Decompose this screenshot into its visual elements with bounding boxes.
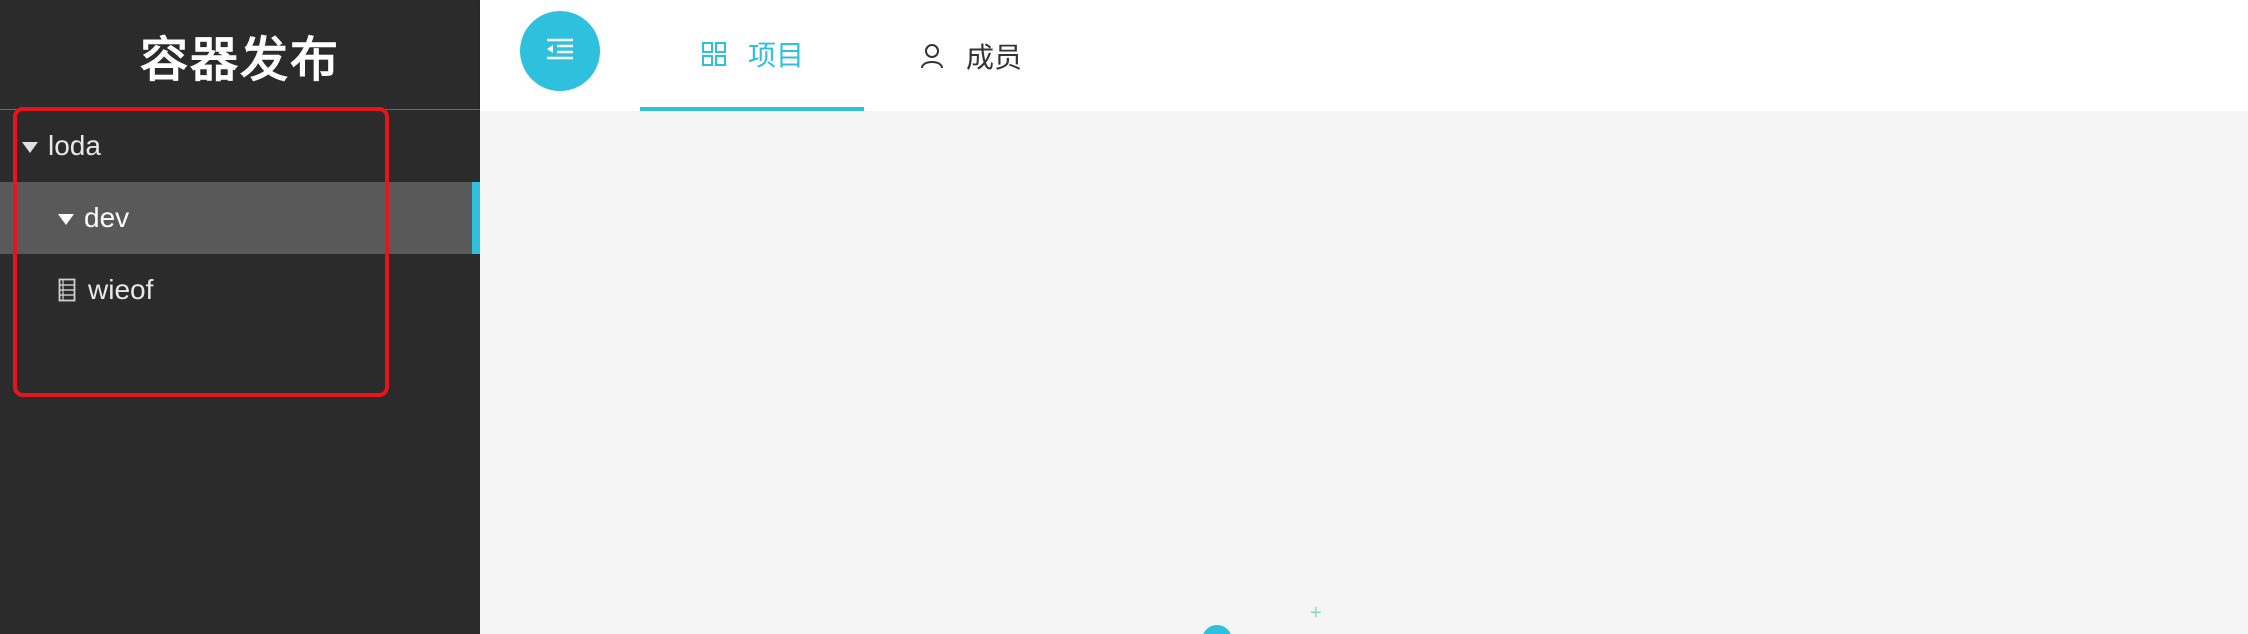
tab-projects[interactable]: 项目	[640, 0, 864, 111]
file-list-icon	[58, 278, 76, 302]
top-header: 项目 成员	[480, 0, 2248, 111]
tab-label: 成员	[965, 41, 1022, 73]
loading-dot	[1202, 625, 1232, 634]
app: 容器发布 loda dev wieof 项目 成员 +	[0, 0, 2248, 634]
grid-icon	[700, 40, 728, 68]
project-tree: loda dev wieof	[0, 110, 480, 326]
menu-toggle-button[interactable]	[520, 11, 600, 91]
caret-down-icon[interactable]	[58, 213, 74, 225]
tab-members[interactable]: 成员	[900, 0, 1040, 111]
tree-node-wieof[interactable]: wieof	[0, 254, 480, 326]
tree-node-dev[interactable]: dev	[0, 182, 480, 254]
menu-fold-icon	[545, 38, 575, 65]
tree-node-label: dev	[84, 202, 130, 233]
tab-label: 项目	[747, 39, 804, 71]
tree-node-label: loda	[48, 130, 101, 161]
tree-node-loda[interactable]: loda	[0, 110, 480, 182]
user-icon	[918, 42, 946, 70]
main-content: +	[480, 111, 2248, 634]
tree-node-label: wieof	[88, 274, 154, 305]
plus-icon: +	[1310, 602, 1322, 624]
caret-down-icon[interactable]	[22, 141, 38, 153]
sidebar: 容器发布 loda dev wieof	[0, 0, 480, 634]
app-title: 容器发布	[0, 0, 480, 110]
